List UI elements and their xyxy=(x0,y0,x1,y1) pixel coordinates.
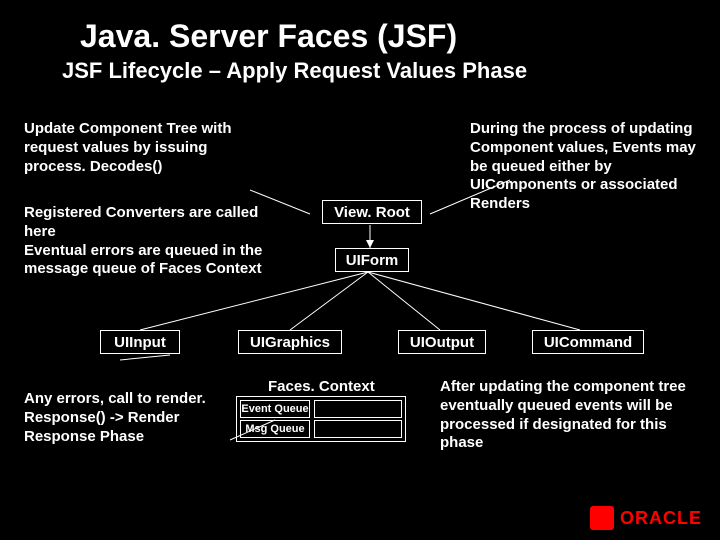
note-events-queued: During the process of updating Component… xyxy=(470,120,710,214)
faces-msg-queue-label: Msg Queue xyxy=(240,420,310,438)
faces-event-queue-slot xyxy=(314,400,402,418)
note-render-response: Any errors, call to render. Response() -… xyxy=(24,390,234,446)
node-uioutput: UIOutput xyxy=(398,330,486,354)
footer: ORACLE xyxy=(0,490,720,540)
node-viewroot: View. Root xyxy=(322,200,422,224)
brand-name: ORACLE xyxy=(620,508,702,529)
brand-logo-icon xyxy=(590,506,614,530)
node-uigraphics: UIGraphics xyxy=(238,330,342,354)
faces-msg-queue-slot xyxy=(314,420,402,438)
note-process-events: After updating the component tree eventu… xyxy=(440,378,698,453)
node-uicommand: UICommand xyxy=(532,330,644,354)
brand: ORACLE xyxy=(590,506,702,530)
slide-subtitle: JSF Lifecycle – Apply Request Values Pha… xyxy=(62,58,527,84)
note-converters: Registered Converters are called here Ev… xyxy=(24,204,284,279)
note-update-tree: Update Component Tree with request value… xyxy=(24,120,264,176)
faces-context-title: Faces. Context xyxy=(268,378,375,395)
slide-title: Java. Server Faces (JSF) xyxy=(80,18,457,55)
node-uiinput: UIInput xyxy=(100,330,180,354)
node-uiform: UIForm xyxy=(335,248,409,272)
faces-event-queue-label: Event Queue xyxy=(240,400,310,418)
